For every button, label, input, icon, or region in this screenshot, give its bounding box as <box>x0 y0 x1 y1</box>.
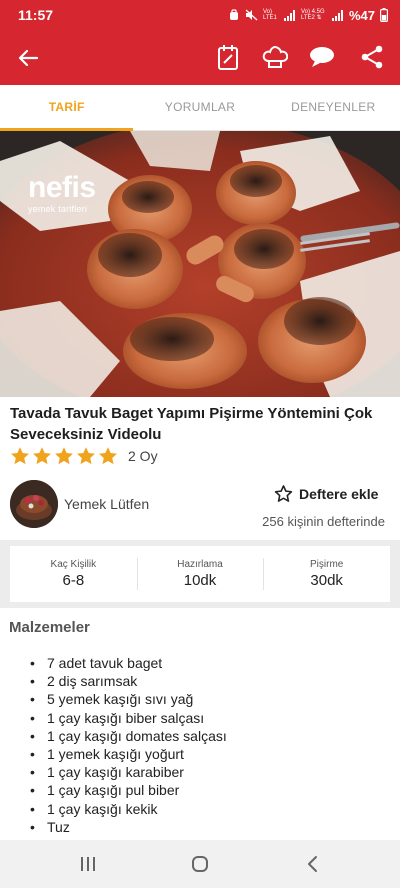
rating-count: 2 Oy <box>128 448 158 464</box>
add-to-notebook-button[interactable]: Deftere ekle <box>274 484 378 503</box>
notebook-count: 256 kişinin defterinde <box>262 514 385 529</box>
star-icon <box>55 447 73 465</box>
cook-time-value: 30dk <box>310 572 343 589</box>
signal-lte1-icon: Vo) LTE1 <box>262 9 277 21</box>
rating: 2 Oy <box>10 446 158 466</box>
share-button[interactable] <box>357 42 387 72</box>
notebook-button[interactable] <box>213 42 243 72</box>
chevron-left-icon <box>308 856 317 872</box>
recipe-photo[interactable]: nefis yemek tarifleri <box>0 131 400 397</box>
chef-hat-icon <box>262 45 288 68</box>
home-icon <box>192 856 208 872</box>
ingredient-item: 1 çay kaşığı biber salçası <box>30 709 227 727</box>
ingredient-item: 1 çay kaşığı kekik <box>30 800 227 818</box>
home-button[interactable] <box>188 852 212 876</box>
comment-icon <box>310 47 334 67</box>
signal-bars-2-icon <box>331 9 343 21</box>
author-name: Yemek Lütfen <box>64 496 150 512</box>
signal-lte2-icon: Vo) 4.5G LTE2 ⇅ <box>300 9 325 21</box>
star-icon <box>33 447 51 465</box>
recipe-info-card: Kaç Kişilik 6-8 Hazırlama 10dk Pişirme 3… <box>10 546 390 602</box>
avatar-image <box>10 480 58 528</box>
prep-time-info: Hazırlama 10dk <box>136 546 264 602</box>
prep-time-value: 10dk <box>183 572 217 589</box>
battery-icon <box>380 8 388 22</box>
share-icon <box>361 45 383 69</box>
notepad-icon <box>218 45 238 70</box>
servings-info: Kaç Kişilik 6-8 <box>10 546 137 602</box>
recent-apps-icon <box>81 857 95 871</box>
star-icon <box>99 447 117 465</box>
status-bar: 11:57 Vo) LTE1 Vo) 4.5G LTE2 ⇅ %47 <box>0 0 400 30</box>
ingredient-item: Tuz <box>30 818 227 836</box>
chef-button[interactable] <box>260 42 290 72</box>
app-bar <box>0 30 400 85</box>
ingredients-list: 7 adet tavuk baget 2 diş sarımsak 5 yeme… <box>30 654 227 836</box>
recipe-title: Tavada Tavuk Baget Yapımı Pişirme Yöntem… <box>10 405 373 443</box>
tab-recipe[interactable]: TARİF <box>0 85 134 131</box>
star-icon <box>11 447 29 465</box>
servings-label: Kaç Kişilik <box>50 559 97 570</box>
ingredient-item: 1 çay kaşığı domates salçası <box>30 727 227 745</box>
tab-tried[interactable]: DENEYENLER <box>267 85 400 130</box>
star-outline-icon <box>274 485 293 502</box>
alarm-icon <box>229 9 238 20</box>
author[interactable]: Yemek Lütfen <box>10 480 149 528</box>
system-back-button[interactable] <box>300 852 324 876</box>
tab-bar: TARİF YORUMLAR DENEYENLER <box>0 85 400 131</box>
recent-apps-button[interactable] <box>76 852 100 876</box>
system-nav-bar <box>0 840 400 888</box>
back-button[interactable] <box>14 44 42 72</box>
prep-time-label: Hazırlama <box>177 559 223 570</box>
tab-comments[interactable]: YORUMLAR <box>133 85 266 130</box>
recipe-info-band: Kaç Kişilik 6-8 Hazırlama 10dk Pişirme 3… <box>0 540 400 608</box>
back-arrow-icon <box>18 49 38 67</box>
ingredient-item: 5 yemek kaşığı sıvı yağ <box>30 690 227 708</box>
ingredient-item: 7 adet tavuk baget <box>30 654 227 672</box>
battery-percent: %47 <box>348 7 375 23</box>
ingredients-title: Malzemeler <box>9 619 90 636</box>
signal-bars-1-icon <box>283 9 295 21</box>
star-icon <box>77 447 95 465</box>
servings-value: 6-8 <box>62 572 85 589</box>
recipe-page: 11:57 Vo) LTE1 Vo) 4.5G LTE2 ⇅ %47 TARİF… <box>0 0 400 888</box>
comment-button[interactable] <box>307 42 337 72</box>
cook-time-label: Pişirme <box>310 559 344 570</box>
ingredient-item: 1 çay kaşığı karabiber <box>30 763 227 781</box>
nefis-logo: nefis yemek tarifleri <box>28 171 96 215</box>
avatar <box>10 480 58 528</box>
cook-time-info: Pişirme 30dk <box>263 546 390 602</box>
mute-icon <box>245 9 258 21</box>
add-to-notebook-label: Deftere ekle <box>299 485 379 502</box>
ingredient-item: 2 diş sarımsak <box>30 672 227 690</box>
status-time: 11:57 <box>18 7 54 23</box>
status-icons: Vo) LTE1 Vo) 4.5G LTE2 ⇅ %47 <box>228 8 388 23</box>
ingredient-item: 1 çay kaşığı pul biber <box>30 781 227 799</box>
ingredient-item: 1 yemek kaşığı yoğurt <box>30 745 227 763</box>
